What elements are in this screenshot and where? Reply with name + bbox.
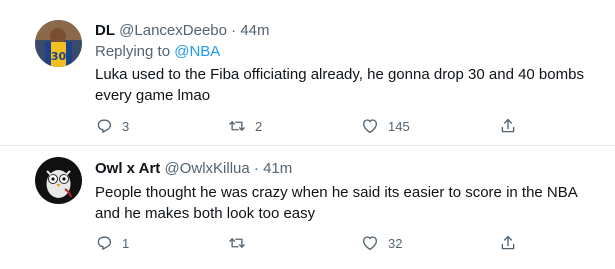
like-button[interactable]: 32 xyxy=(361,233,402,253)
tweet[interactable]: 30 DL @LancexDeebo · 44m Replying to @NB… xyxy=(0,0,615,146)
reply-button[interactable]: 1 xyxy=(95,233,129,253)
share-icon xyxy=(499,117,517,135)
timestamp[interactable]: 41m xyxy=(263,160,292,177)
user-handle[interactable]: @LancexDeebo xyxy=(119,22,227,39)
reply-count: 3 xyxy=(122,118,130,134)
reply-icon xyxy=(95,117,113,135)
like-count: 32 xyxy=(388,235,403,251)
reply-count: 1 xyxy=(122,235,130,251)
share-button[interactable] xyxy=(499,233,517,253)
retweet-button[interactable] xyxy=(228,233,255,253)
replying-label: Replying to xyxy=(95,43,171,60)
tweet-header: Owl x Art @OwlxKillua · 41m xyxy=(95,159,292,179)
retweet-button[interactable]: 2 xyxy=(228,116,262,136)
svg-text:30: 30 xyxy=(51,50,67,63)
mention-link[interactable]: @NBA xyxy=(174,43,220,60)
like-button[interactable]: 145 xyxy=(361,116,410,136)
tweet[interactable]: Owl x Art @OwlxKillua · 41m People thoug… xyxy=(0,146,615,269)
separator: · xyxy=(231,22,237,39)
like-count: 145 xyxy=(388,118,410,134)
tweet-feed: 30 DL @LancexDeebo · 44m Replying to @NB… xyxy=(0,0,615,269)
reply-icon xyxy=(95,234,113,252)
avatar[interactable] xyxy=(35,157,82,204)
share-icon xyxy=(499,234,517,252)
retweet-count: 2 xyxy=(255,118,263,134)
display-name[interactable]: DL xyxy=(95,22,115,39)
action-bar: 1 32 xyxy=(95,233,535,253)
user-handle[interactable]: @OwlxKillua xyxy=(164,160,249,177)
replying-to: Replying to @NBA xyxy=(95,42,220,62)
heart-icon xyxy=(361,234,379,252)
separator: · xyxy=(253,160,259,177)
tweet-text: People thought he was crazy when he said… xyxy=(95,184,577,222)
tweet-text: Luka used to the Fiba officiating alread… xyxy=(95,66,584,104)
share-button[interactable] xyxy=(499,116,517,136)
display-name[interactable]: Owl x Art xyxy=(95,160,160,177)
retweet-icon xyxy=(228,234,246,252)
tweet-header: DL @LancexDeebo · 44m xyxy=(95,21,270,41)
reply-button[interactable]: 3 xyxy=(95,116,129,136)
action-bar: 3 2 145 xyxy=(95,116,535,136)
avatar[interactable]: 30 xyxy=(35,20,82,67)
retweet-icon xyxy=(228,117,246,135)
timestamp[interactable]: 44m xyxy=(240,22,269,39)
heart-icon xyxy=(361,117,379,135)
